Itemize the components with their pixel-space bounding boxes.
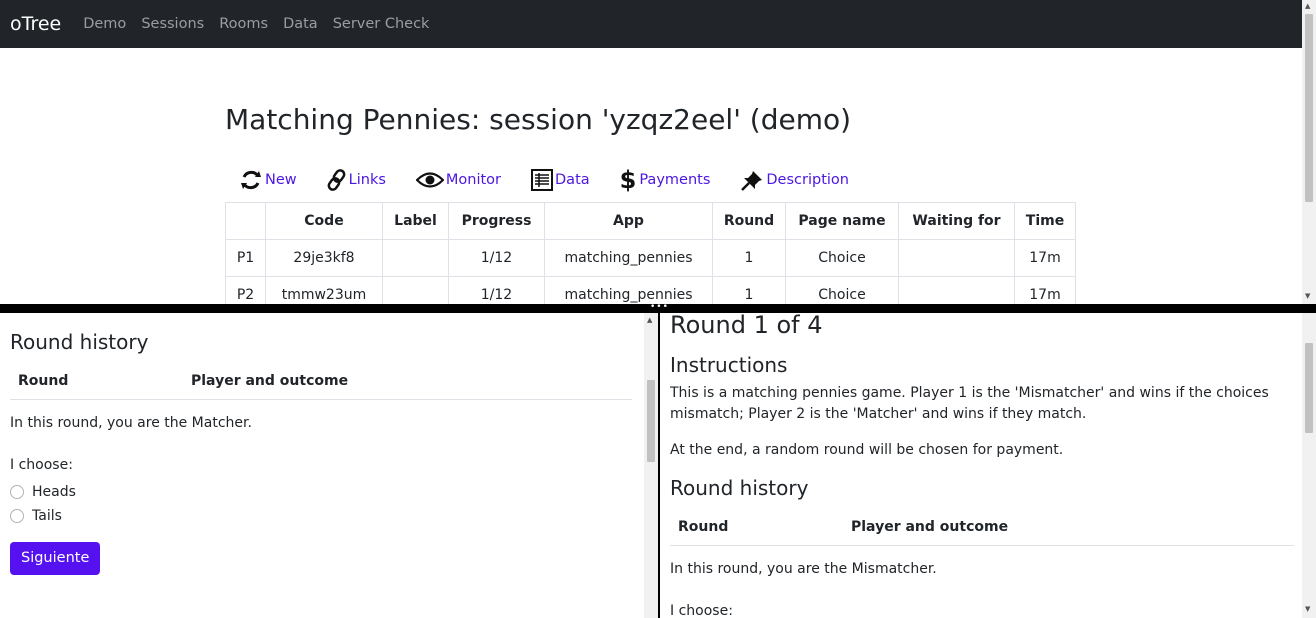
- eye-icon: [415, 172, 444, 188]
- col-header-page-name: Page name: [785, 202, 899, 240]
- action-links-label: Links: [348, 172, 386, 188]
- history-header: Round Player and outcome: [10, 362, 632, 400]
- table-row: P2 tmmw23um 1/12 matching_pennies 1 Choi…: [225, 276, 1076, 304]
- left-scrollbar-thumb[interactable]: [647, 380, 655, 462]
- instructions-text: This is a matching pennies game. Player …: [670, 385, 1269, 422]
- action-data[interactable]: Data: [531, 169, 590, 191]
- cell-time: 17m: [1014, 276, 1076, 304]
- cell-page-name: Choice: [785, 276, 899, 304]
- nav-link-demo[interactable]: Demo: [83, 16, 126, 32]
- cell-participant: P1: [225, 239, 266, 277]
- nav-link-rooms[interactable]: Rooms: [219, 16, 268, 32]
- cell-round: 1: [712, 276, 786, 304]
- scroll-up-arrow-icon[interactable]: ▲: [647, 316, 652, 324]
- nav-link-data[interactable]: Data: [283, 16, 318, 32]
- refresh-icon: [241, 170, 261, 190]
- page-title: Matching Pennies: session 'yzqz2eel' (de…: [225, 103, 852, 136]
- cell-participant: P2: [225, 276, 266, 304]
- right-scrollbar-thumb[interactable]: [1305, 343, 1313, 433]
- right-scrollbar[interactable]: ▼: [1302, 313, 1316, 618]
- radio-circle-icon[interactable]: [10, 485, 24, 499]
- cell-waiting-for: [898, 239, 1015, 277]
- dollar-icon: $: [619, 166, 637, 194]
- player2-pane: Round 1 of 4 Instructions This is a matc…: [658, 313, 1316, 618]
- navbar: oTree Demo Sessions Rooms Data Server Ch…: [0, 0, 1316, 48]
- top-scrollbar-thumb[interactable]: [1305, 14, 1313, 202]
- cell-progress: 1/12: [448, 276, 545, 304]
- session-content: Matching Pennies: session 'yzqz2eel' (de…: [225, 48, 1076, 304]
- session-actions: New Links Monitor Data $ Payments Descri…: [239, 165, 1076, 195]
- cell-label: [382, 276, 449, 304]
- choose-label: I choose:: [670, 603, 733, 618]
- payment-note: At the end, a random round will be chose…: [670, 442, 1064, 458]
- pane-divider[interactable]: •••: [0, 303, 1316, 313]
- table-row: P1 29je3kf8 1/12 matching_pennies 1 Choi…: [225, 239, 1076, 277]
- col-header-label: Label: [382, 202, 449, 240]
- cell-code: 29je3kf8: [265, 239, 383, 277]
- table-header-row: Code Label Progress App Round Page name …: [225, 202, 1076, 240]
- col-header-time: Time: [1014, 202, 1076, 240]
- cell-label: [382, 239, 449, 277]
- col-header-app: App: [544, 202, 713, 240]
- choice-group: Heads Tails: [10, 480, 632, 528]
- action-data-label: Data: [555, 172, 590, 188]
- cell-app: matching_pennies: [544, 239, 713, 277]
- history-col-round: Round: [678, 518, 729, 535]
- history-title: Round history: [670, 476, 809, 500]
- col-header-waiting-for: Waiting for: [898, 202, 1015, 240]
- cell-time: 17m: [1014, 239, 1076, 277]
- brand-logo[interactable]: oTree: [10, 13, 61, 35]
- action-links[interactable]: Links: [327, 169, 386, 191]
- next-button[interactable]: Siguiente: [10, 542, 101, 575]
- role-text: In this round, you are the Mismatcher.: [670, 561, 937, 577]
- instructions-title: Instructions: [670, 353, 788, 377]
- drag-handle-icon[interactable]: •••: [650, 303, 669, 312]
- radio-heads[interactable]: Heads: [10, 480, 632, 504]
- action-monitor[interactable]: Monitor: [415, 171, 502, 189]
- history-col-outcome: Player and outcome: [851, 518, 1009, 535]
- player1-pane: Round history Round Player and outcome I…: [0, 313, 658, 618]
- monitor-table: Code Label Progress App Round Page name …: [225, 202, 1076, 304]
- cell-waiting-for: [898, 276, 1015, 304]
- cell-round: 1: [712, 239, 786, 277]
- radio-heads-label: Heads: [32, 484, 76, 500]
- history-col-round: Round: [18, 372, 69, 389]
- radio-tails-label: Tails: [32, 508, 62, 524]
- pin-icon: [741, 171, 763, 191]
- history-title: Round history: [10, 330, 149, 354]
- col-header-progress: Progress: [448, 202, 545, 240]
- choose-label: I choose:: [10, 457, 73, 473]
- cell-app: matching_pennies: [544, 276, 713, 304]
- role-text: In this round, you are the Matcher.: [10, 415, 252, 431]
- round-title: Round 1 of 4: [670, 313, 823, 339]
- link-icon: [327, 169, 346, 191]
- cell-page-name: Choice: [785, 239, 899, 277]
- action-monitor-label: Monitor: [445, 172, 502, 188]
- action-payments[interactable]: $ Payments: [620, 166, 711, 194]
- monitor-frame: oTree Demo Sessions Rooms Data Server Ch…: [0, 0, 1316, 304]
- history-col-outcome: Player and outcome: [191, 372, 349, 389]
- nav-link-sessions[interactable]: Sessions: [141, 16, 204, 32]
- action-new-label: New: [265, 172, 297, 188]
- top-scrollbar[interactable]: ▲ ▼: [1302, 0, 1316, 304]
- nav-link-server-check[interactable]: Server Check: [333, 16, 430, 32]
- col-header-code: Code: [265, 202, 383, 240]
- table-icon: [531, 169, 554, 191]
- history-header: Round Player and outcome: [670, 508, 1294, 546]
- radio-circle-icon[interactable]: [10, 509, 24, 523]
- action-payments-label: Payments: [639, 172, 711, 188]
- radio-tails[interactable]: Tails: [10, 504, 632, 528]
- col-header: [225, 202, 266, 240]
- col-header-round: Round: [712, 202, 786, 240]
- action-description-label: Description: [766, 172, 849, 188]
- left-scrollbar[interactable]: ▲: [644, 313, 658, 618]
- action-description[interactable]: Description: [740, 169, 849, 191]
- cell-progress: 1/12: [448, 239, 545, 277]
- cell-code: tmmw23um: [265, 276, 383, 304]
- scroll-down-arrow-icon[interactable]: ▼: [1305, 292, 1310, 300]
- scroll-down-arrow-icon[interactable]: ▼: [1305, 605, 1310, 613]
- scroll-up-arrow-icon[interactable]: ▲: [1305, 2, 1310, 10]
- action-new[interactable]: New: [239, 168, 297, 192]
